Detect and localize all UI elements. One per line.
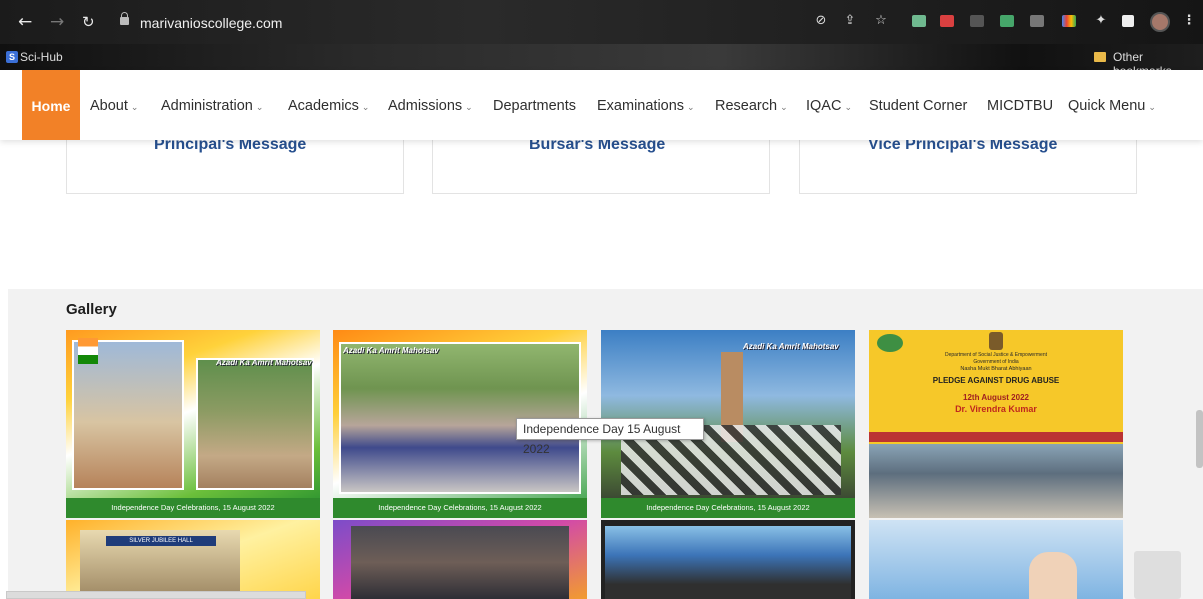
status-url-bar: [6, 591, 306, 599]
reload-icon[interactable]: ↻: [82, 13, 95, 31]
portrait: [1029, 552, 1077, 599]
chevron-down-icon: ⌄: [465, 103, 473, 113]
address-bar[interactable]: marivanioscollege.com: [110, 9, 850, 37]
star-icon[interactable]: ☆: [874, 14, 888, 28]
photo: [351, 526, 569, 599]
scihub-icon: S: [6, 51, 18, 63]
poster-headline: PLEDGE AGAINST DRUG ABUSE: [932, 376, 1060, 385]
lock-icon: [120, 12, 129, 25]
chevron-down-icon: ⌄: [780, 103, 788, 113]
eye-slash-icon[interactable]: ⊘: [814, 14, 828, 28]
folder-icon: [1094, 52, 1106, 62]
back-icon[interactable]: ←: [18, 13, 32, 31]
extension-icon[interactable]: [970, 15, 984, 27]
chevron-down-icon: ⌄: [361, 103, 370, 113]
poster-line: Nasha Mukt Bharat Abhiyaan: [960, 366, 1032, 372]
tile-banner: Azadi Ka Amrit Mahotsav: [743, 342, 839, 351]
poster-line: Government of India: [973, 359, 1019, 365]
nav-departments[interactable]: Departments: [493, 98, 576, 114]
extension-icon[interactable]: [940, 15, 954, 27]
chevron-down-icon: ⌄: [844, 103, 852, 113]
photo: [605, 526, 851, 599]
photo: [869, 444, 1123, 518]
chevron-down-icon: ⌄: [687, 103, 695, 113]
gallery-tile[interactable]: [333, 520, 587, 599]
nav-label: Administration: [161, 98, 253, 114]
extension-icon[interactable]: [912, 15, 926, 27]
nav-label: Departments: [493, 98, 577, 114]
chevron-down-icon: ⌄: [1148, 103, 1156, 113]
poster-line: Department of Social Justice & Empowerme…: [945, 352, 1047, 358]
nav-admissions[interactable]: Admissions ⌄: [388, 98, 473, 114]
forward-icon[interactable]: →: [50, 13, 64, 31]
share-icon[interactable]: ⇪: [843, 14, 857, 28]
chevron-down-icon: ⌄: [130, 103, 139, 113]
page-scrollbar[interactable]: [1196, 410, 1203, 468]
nav-research[interactable]: Research ⌄: [715, 98, 788, 114]
emblem-icon: [989, 332, 1003, 350]
nav-label: MICDTBU: [987, 98, 1054, 114]
gallery-title: Gallery: [66, 301, 117, 318]
nav-micdtbu[interactable]: MICDTBU: [987, 98, 1053, 114]
poster-name: Dr. Virendra Kumar: [955, 404, 1037, 414]
browser-window: ← → ↻ marivanioscollege.com ⊘ ⇪ ☆ ✦ ⋮ S …: [0, 0, 1203, 599]
image-tooltip: Independence Day 15 August 2022: [516, 418, 704, 456]
tile-caption: Independence Day Celebrations, 15 August…: [601, 498, 855, 518]
browser-toolbar: ← → ↻ marivanioscollege.com ⊘ ⇪ ☆ ✦ ⋮: [0, 0, 1203, 44]
nav-academics[interactable]: Academics ⌄: [288, 98, 369, 114]
hall-banner: Silver Jubilee Hall: [106, 536, 216, 546]
back-to-top-button[interactable]: [1134, 551, 1181, 599]
extension-icon[interactable]: [1000, 15, 1014, 27]
extension-icon[interactable]: [1062, 15, 1076, 27]
nav-quick-menu[interactable]: Quick Menu ⌄: [1068, 98, 1156, 114]
logo: [877, 334, 903, 352]
sidebar-icon[interactable]: [1122, 15, 1134, 27]
nav-label: Academics: [288, 98, 359, 114]
gallery-tile[interactable]: Department of Social Justice & Empowerme…: [869, 330, 1123, 518]
nav-examinations[interactable]: Examinations ⌄: [597, 98, 695, 114]
nav-label: Quick Menu: [1068, 98, 1146, 114]
nav-label: About: [90, 98, 128, 114]
poster-date: 12th August 2022: [963, 393, 1029, 402]
gallery-tile[interactable]: [601, 520, 855, 599]
nav-label: Research: [715, 98, 778, 114]
nav-about[interactable]: About ⌄: [90, 98, 138, 114]
nav-home[interactable]: Home: [22, 70, 80, 140]
tile-banner: Azadi Ka Amrit Mahotsav: [216, 358, 312, 367]
gallery-tile[interactable]: Azadi Ka Amrit Mahotsav Independence Day…: [66, 330, 320, 518]
photo: [196, 358, 314, 490]
nav-label: Student Corner: [869, 98, 968, 114]
tile-banner: Azadi Ka Amrit Mahotsav: [343, 346, 439, 355]
extension-icon[interactable]: [1030, 15, 1044, 27]
gallery-tile[interactable]: [869, 520, 1123, 599]
poster-ribbon: [869, 432, 1123, 442]
flag-icon: [78, 338, 98, 364]
puzzle-icon[interactable]: ✦: [1094, 14, 1108, 28]
url-text: marivanioscollege.com: [140, 15, 283, 31]
menu-dots-icon[interactable]: ⋮: [1182, 14, 1196, 28]
gallery-tile[interactable]: Silver Jubilee Hall: [66, 520, 320, 599]
bookmarks-bar: S Sci-Hub Other bookmarks: [0, 44, 1203, 78]
nav-label: Admissions: [388, 98, 463, 114]
tile-caption: Independence Day Celebrations, 15 August…: [333, 498, 587, 518]
nav-administration[interactable]: Administration ⌄: [161, 98, 263, 114]
nav-label: IQAC: [806, 98, 842, 114]
profile-avatar[interactable]: [1150, 12, 1170, 32]
nav-label: Examinations: [597, 98, 685, 114]
nav-student-corner[interactable]: Student Corner: [869, 98, 967, 114]
bookmark-scihub[interactable]: Sci-Hub: [20, 50, 63, 64]
chevron-down-icon: ⌄: [255, 103, 264, 113]
tile-caption: Independence Day Celebrations, 15 August…: [66, 498, 320, 518]
nav-home-label: Home: [31, 98, 71, 114]
nav-iqac[interactable]: IQAC ⌄: [806, 98, 852, 114]
